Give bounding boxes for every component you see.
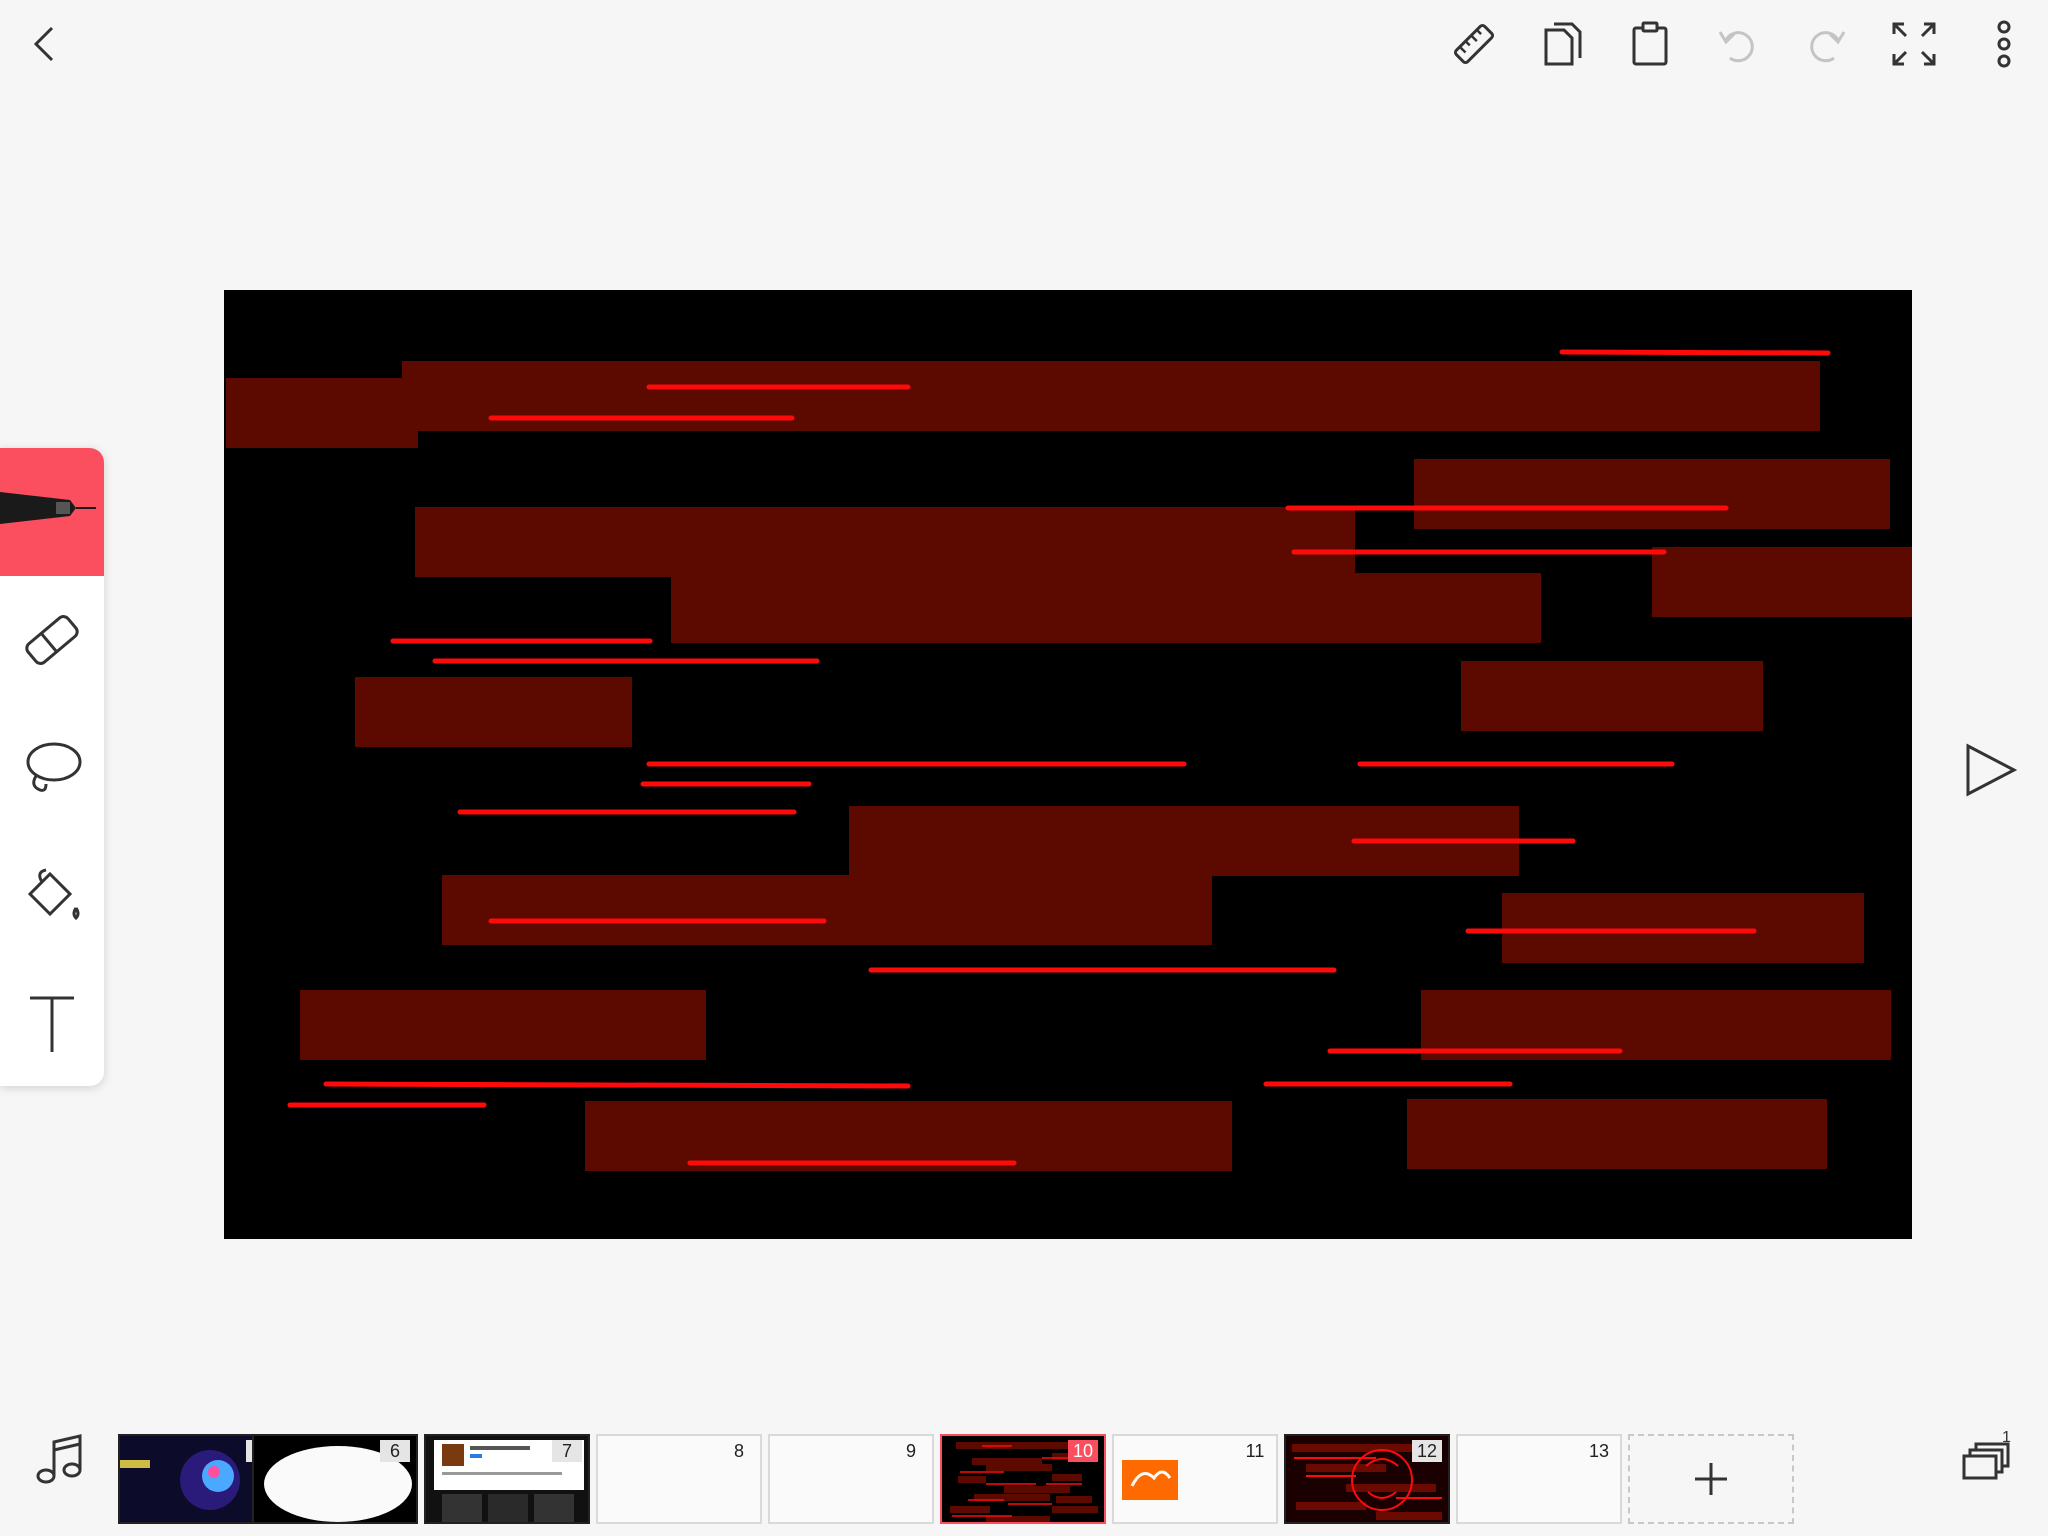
dark-red-block <box>1652 547 1912 617</box>
frame-number: 6 <box>380 1440 410 1462</box>
layers-button[interactable]: 1 <box>1958 1429 2014 1500</box>
eraser-icon <box>25 615 79 665</box>
lasso-tool[interactable] <box>0 704 104 832</box>
back-button[interactable] <box>20 18 72 70</box>
frame-number: 7 <box>552 1440 582 1462</box>
canvas-artwork <box>226 349 1912 1171</box>
dark-red-block <box>442 875 1212 945</box>
dark-red-block <box>1461 661 1763 731</box>
frame-number: 13 <box>1588 1441 1610 1461</box>
text-tool[interactable] <box>0 960 104 1086</box>
dark-red-block <box>226 378 418 448</box>
copy-frame-icon <box>1544 22 1582 66</box>
tool-palette <box>0 448 104 1086</box>
more-options-button[interactable] <box>1978 18 2030 70</box>
dark-red-block <box>1502 893 1864 963</box>
dark-red-block <box>671 573 1541 643</box>
paste-frame-icon <box>1632 21 1668 66</box>
pen-icon <box>0 492 96 524</box>
frame-thumbnail[interactable]: 12 <box>1284 1434 1450 1524</box>
text-icon <box>30 996 74 1052</box>
fullscreen-icon <box>1892 22 1936 66</box>
frame-thumbnail[interactable]: 9 <box>768 1434 934 1524</box>
redo-button[interactable] <box>1800 18 1852 70</box>
lasso-icon <box>26 742 82 792</box>
music-note-icon <box>36 1434 82 1484</box>
dark-red-block <box>1414 459 1890 529</box>
music-button[interactable] <box>32 1430 88 1494</box>
frame-number: 8 <box>733 1441 744 1461</box>
redo-icon <box>1810 31 1846 63</box>
frame-thumbnail[interactable]: 7 <box>424 1434 590 1524</box>
frame-thumbnail[interactable]: 6 <box>252 1434 418 1524</box>
play-button[interactable] <box>1960 740 2020 800</box>
play-icon <box>1966 743 2018 797</box>
frame-thumbnail-selected[interactable]: 10 <box>940 1434 1106 1524</box>
ruler-icon <box>1453 23 1495 65</box>
fill-tool[interactable] <box>0 832 104 960</box>
more-options-icon <box>1997 20 2011 68</box>
eraser-tool[interactable] <box>0 576 104 704</box>
ruler-button[interactable] <box>1448 18 1500 70</box>
copy-frame-button[interactable] <box>1536 18 1588 70</box>
back-icon <box>33 26 54 62</box>
layers-icon: 1 <box>1962 1429 2011 1480</box>
paste-frame-button[interactable] <box>1624 18 1676 70</box>
red-stroke <box>1559 349 1831 356</box>
dark-red-block <box>415 507 1355 577</box>
layers-count: 1 <box>2002 1430 2011 1446</box>
frame-number: 12 <box>1412 1440 1442 1462</box>
fullscreen-button[interactable] <box>1888 18 1940 70</box>
frame-number: 10 <box>1068 1440 1098 1462</box>
red-stroke <box>323 1081 911 1089</box>
drawing-canvas[interactable] <box>224 290 1912 1239</box>
undo-button[interactable] <box>1712 18 1764 70</box>
plus-icon <box>1695 1463 1727 1495</box>
dark-red-block <box>300 990 706 1060</box>
frame-thumbnail[interactable]: 8 <box>596 1434 762 1524</box>
add-frame-button[interactable] <box>1628 1434 1794 1524</box>
dark-red-block <box>355 677 632 747</box>
paint-bucket-icon <box>27 868 80 921</box>
frame-thumbnail[interactable]: 11 <box>1112 1434 1278 1524</box>
undo-icon <box>1718 31 1754 63</box>
dark-red-block <box>1407 1099 1827 1169</box>
pen-tool[interactable] <box>0 448 104 576</box>
frame-number: 9 <box>905 1441 916 1461</box>
frame-thumbnail[interactable]: 13 <box>1456 1434 1622 1524</box>
frame-number: 11 <box>1245 1441 1265 1461</box>
